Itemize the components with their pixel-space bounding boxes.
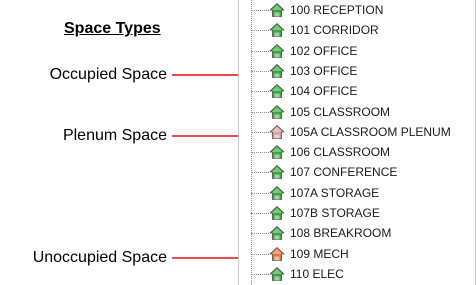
tree-item[interactable]: 100 RECEPTION (239, 0, 475, 20)
occupied-space-icon (269, 266, 285, 281)
tree-connector (251, 172, 269, 174)
tree-item-label: 105 CLASSROOM (290, 104, 391, 119)
tree-item-label: 100 RECEPTION (290, 3, 384, 17)
tree-item[interactable]: 105A CLASSROOM PLENUM (239, 122, 475, 142)
occupied-space-icon (269, 165, 285, 180)
tree-item[interactable]: 105 CLASSROOM (239, 102, 475, 122)
unoccupied-space-label: Unoccupied Space (32, 249, 167, 266)
tree-item[interactable]: 110 ELEC (239, 264, 475, 284)
occupied-space-icon (269, 145, 285, 159)
tree-item-label: 107A STORAGE (290, 185, 380, 200)
tree-connector (251, 111, 269, 113)
tree-connector (251, 273, 269, 275)
unoccupied-space-icon (269, 246, 285, 261)
tree-item-label: 103 OFFICE (290, 63, 358, 78)
space-tree-panel[interactable]: 100 RECEPTION 101 CORRIDOR 102 OFFICE 103 O… (238, 0, 476, 285)
occupied-space-icon (269, 206, 285, 220)
tree-item-label: 108 BREAKROOM (290, 226, 392, 241)
tree-item-label: 109 MECH (290, 246, 349, 261)
tree-item[interactable]: 106 CLASSROOM (239, 142, 475, 162)
occupied-space-icon (269, 185, 285, 200)
tree-connector (251, 253, 269, 255)
tree-item-label: 104 OFFICE (290, 84, 358, 99)
tree-item[interactable]: 101 CORRIDOR (239, 20, 475, 40)
tree-item-label: 105A CLASSROOM PLENUM (290, 124, 451, 139)
tree-connector (251, 50, 269, 52)
tree-connector (251, 30, 269, 32)
tree-connector (251, 213, 269, 214)
occupied-space-icon (269, 226, 285, 241)
plenum-space-icon (269, 124, 285, 139)
tree-connector (251, 152, 269, 154)
plenum-space-label: Plenum Space (62, 127, 167, 144)
tree-item-label: 110 ELEC (290, 266, 344, 281)
tree-item[interactable]: 102 OFFICE (239, 41, 475, 61)
tree-item[interactable]: 107B STORAGE (239, 203, 475, 223)
tree-item[interactable]: 104 OFFICE (239, 81, 475, 101)
tree-item-label: 101 CORRIDOR (290, 23, 379, 38)
tree-item[interactable]: 107A STORAGE (239, 183, 475, 203)
tree-connector (251, 233, 269, 235)
tree-connector (251, 131, 269, 133)
tree-item-label: 107B STORAGE (290, 206, 380, 220)
tree-item[interactable]: 107 CONFERENCE (239, 162, 475, 182)
occupied-space-icon (269, 63, 285, 78)
occupied-space-icon (269, 23, 285, 38)
tree-connector (251, 10, 269, 11)
occupied-space-icon (269, 43, 285, 58)
tree-item[interactable]: 109 MECH (239, 244, 475, 264)
legend-title: Space Types (64, 20, 161, 37)
tree-item-label: 106 CLASSROOM (290, 145, 391, 160)
occupied-space-label: Occupied Space (49, 66, 167, 83)
tree-connector (251, 70, 269, 72)
tree-connector (251, 192, 269, 194)
tree-item[interactable]: 103 OFFICE (239, 61, 475, 81)
tree-item-label: 102 OFFICE (290, 43, 358, 58)
tree-connector (251, 91, 269, 93)
occupied-space-icon (269, 104, 285, 119)
occupied-space-icon (269, 84, 285, 99)
tree-item-label: 107 CONFERENCE (290, 165, 398, 180)
occupied-space-icon (269, 3, 285, 17)
tree-item[interactable]: 108 BREAKROOM (239, 223, 475, 243)
